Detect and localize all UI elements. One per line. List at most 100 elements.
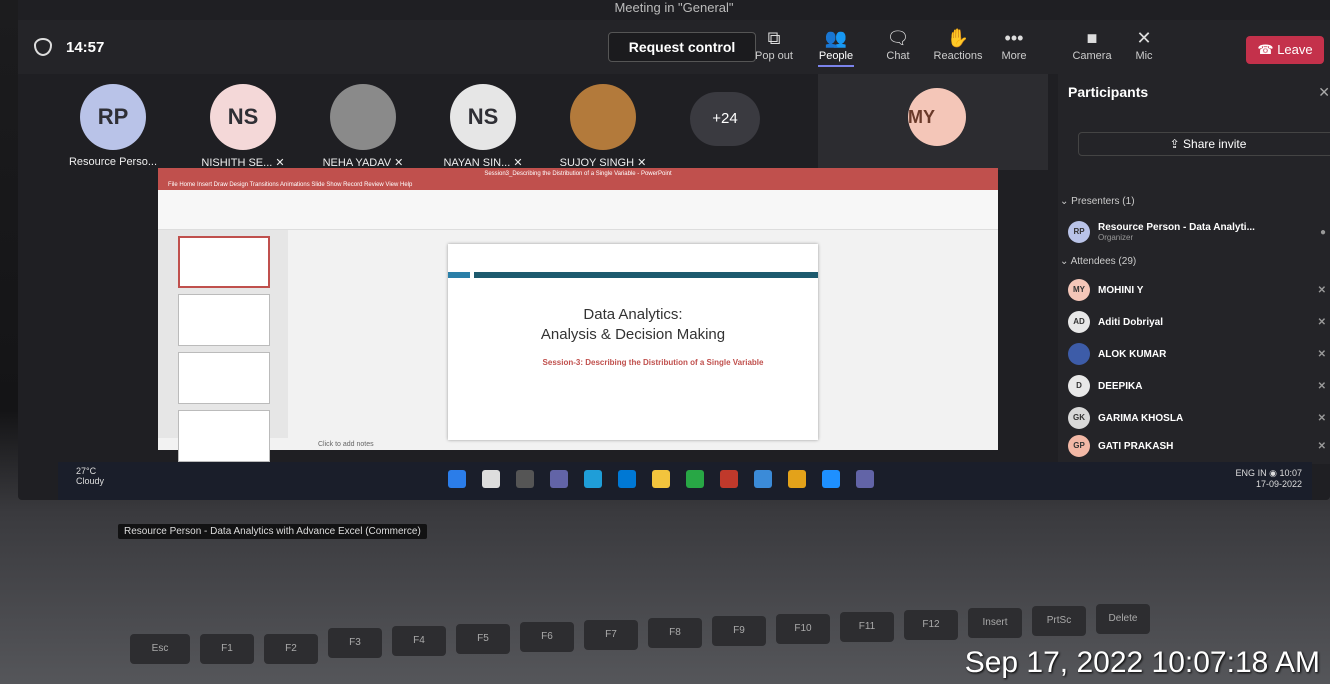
mic-off-icon: ✕ bbox=[1317, 284, 1326, 296]
edge-icon[interactable] bbox=[584, 470, 602, 488]
shield-icon bbox=[34, 38, 52, 56]
reactions-button[interactable]: ✋ Reactions bbox=[930, 28, 986, 62]
attendee-row[interactable]: D DEEPIKA ✕ bbox=[1068, 372, 1326, 400]
mic-icon: ● bbox=[1319, 226, 1326, 238]
ppt-menu: File Home Insert Draw Design Transitions… bbox=[158, 180, 998, 190]
slide-subtitle: Session-3: Describing the Distribution o… bbox=[542, 358, 764, 367]
avatar-photo bbox=[1068, 343, 1090, 365]
weather-widget[interactable]: 27°C Cloudy bbox=[76, 466, 104, 486]
app-icon[interactable] bbox=[686, 470, 704, 488]
windows-taskbar: 27°C Cloudy ENG IN ◉ 10:07 17-09-2022 bbox=[58, 462, 1312, 500]
chat-icon[interactable] bbox=[550, 470, 568, 488]
laptop-screen: Meeting in "General" 14:57 Request contr… bbox=[18, 0, 1330, 539]
attendees-header[interactable]: ⌄ Attendees (29) bbox=[1060, 256, 1136, 267]
key-esc: Esc bbox=[130, 634, 190, 664]
mic-off-icon: ✕ bbox=[1317, 316, 1326, 328]
slide-title-line2: Analysis & Decision Making bbox=[540, 326, 726, 343]
phone-icon: ☎ bbox=[1257, 42, 1274, 57]
attendee-row[interactable]: GK GARIMA KHOSLA ✕ bbox=[1068, 404, 1326, 432]
current-slide: Data Analytics: Analysis & Decision Maki… bbox=[448, 244, 818, 440]
avatar-photo bbox=[570, 84, 636, 150]
key-insert: Insert bbox=[968, 608, 1022, 638]
camera-button[interactable]: ■ Camera bbox=[1064, 28, 1120, 62]
presenter-row[interactable]: RP Resource Person - Data Analyti... Orga… bbox=[1068, 218, 1326, 246]
task-view-icon[interactable] bbox=[516, 470, 534, 488]
participant-tile[interactable]: SUJOY SINGH ✕ bbox=[548, 84, 658, 169]
folder-icon[interactable] bbox=[652, 470, 670, 488]
photo-timestamp: Sep 17, 2022 10:07:18 AM bbox=[964, 646, 1320, 679]
start-icon[interactable] bbox=[448, 470, 466, 488]
panel-title: Participants bbox=[1068, 84, 1149, 100]
mic-off-icon: ✕ bbox=[1317, 380, 1326, 392]
store-icon[interactable] bbox=[618, 470, 636, 488]
key-f5: F5 bbox=[456, 624, 510, 654]
key-f11: F11 bbox=[840, 612, 894, 642]
avatar: GP bbox=[1068, 435, 1090, 457]
mic-off-icon: ✕ bbox=[1317, 348, 1326, 360]
popout-button[interactable]: ⧉ Pop out bbox=[746, 28, 802, 62]
slide-thumbnail bbox=[178, 294, 270, 346]
share-invite-button[interactable]: ⇪ Share invite bbox=[1078, 132, 1330, 156]
avatar: AD bbox=[1068, 311, 1090, 333]
key-f6: F6 bbox=[520, 622, 574, 652]
system-tray[interactable]: ENG IN ◉ 10:07 17-09-2022 bbox=[1236, 468, 1302, 489]
app-icon[interactable] bbox=[822, 470, 840, 488]
chat-icon: 🗨 bbox=[886, 28, 910, 48]
key-f12: F12 bbox=[904, 610, 958, 640]
app-icon[interactable] bbox=[754, 470, 772, 488]
ppt-title: Session3_Describing the Distribution of … bbox=[158, 168, 998, 180]
more-participants-button[interactable]: +24 bbox=[690, 92, 760, 146]
attendee-row[interactable]: MY MOHINI Y ✕ bbox=[1068, 276, 1326, 304]
participant-tile[interactable]: RP Resource Perso... bbox=[58, 84, 168, 168]
window-title: Meeting in "General" bbox=[614, 0, 734, 15]
participant-tile[interactable]: NEHA YADAV ✕ bbox=[308, 84, 418, 169]
avatar: NS bbox=[210, 84, 276, 150]
meeting-timer: 14:57 bbox=[66, 38, 105, 56]
presenters-header[interactable]: ⌄ Presenters (1) bbox=[1060, 196, 1135, 207]
leave-button[interactable]: ☎ Leave bbox=[1246, 36, 1324, 64]
request-control-button[interactable]: Request control bbox=[608, 32, 756, 62]
mcafee-icon[interactable] bbox=[720, 470, 738, 488]
app-icon[interactable] bbox=[788, 470, 806, 488]
teams-icon[interactable] bbox=[856, 470, 874, 488]
attendee-row[interactable]: AD Aditi Dobriyal ✕ bbox=[1068, 308, 1326, 336]
slide-thumbnails bbox=[158, 230, 288, 462]
participant-tile[interactable]: NS NISHITH SE... ✕ bbox=[188, 84, 298, 169]
key-prtsc: PrtSc bbox=[1032, 606, 1086, 636]
ppt-ribbon bbox=[158, 190, 998, 230]
key-f2: F2 bbox=[264, 634, 318, 664]
participants-panel: Participants ✕ ⇪ Share invite ⌄ Presente… bbox=[1058, 74, 1330, 464]
avatar: RP bbox=[1068, 221, 1090, 243]
search-icon[interactable] bbox=[482, 470, 500, 488]
slide-thumbnail bbox=[178, 410, 270, 462]
avatar: MY bbox=[1068, 279, 1090, 301]
popout-icon: ⧉ bbox=[767, 28, 781, 48]
slide-thumbnail bbox=[178, 352, 270, 404]
mic-off-icon: ✕ bbox=[1317, 412, 1326, 424]
mic-off-icon: ✕ bbox=[1317, 440, 1326, 452]
key-f8: F8 bbox=[648, 618, 702, 648]
notes-placeholder: Click to add notes bbox=[318, 441, 374, 448]
avatar: RP bbox=[80, 84, 146, 150]
key-f3: F3 bbox=[328, 628, 382, 658]
reactions-icon: ✋ bbox=[946, 28, 970, 48]
key-delete: Delete bbox=[1096, 604, 1150, 634]
meeting-toolbar: 14:57 Request control ⧉ Pop out 👥 People 🗨… bbox=[18, 20, 1330, 74]
share-icon: ⇪ bbox=[1169, 137, 1180, 151]
key-f4: F4 bbox=[392, 626, 446, 656]
slide-title: Data Analytics: bbox=[583, 306, 683, 323]
mic-button[interactable]: ✕ Mic bbox=[1116, 28, 1172, 62]
chat-button[interactable]: 🗨 Chat bbox=[870, 28, 926, 62]
key-f9: F9 bbox=[712, 616, 766, 646]
lang-indicator: ENG IN bbox=[1235, 468, 1267, 478]
taskbar-apps bbox=[448, 470, 874, 488]
people-button[interactable]: 👥 People bbox=[808, 28, 864, 67]
avatar-photo bbox=[330, 84, 396, 150]
attendee-row[interactable]: GP GATI PRAKASH ✕ bbox=[1068, 432, 1326, 460]
slide-thumbnail bbox=[178, 236, 270, 288]
attendee-row[interactable]: ALOK KUMAR ✕ bbox=[1068, 340, 1326, 368]
close-icon[interactable]: ✕ bbox=[1318, 84, 1330, 101]
participant-tile[interactable]: NS NAYAN SIN... ✕ bbox=[428, 84, 538, 169]
avatar: GK bbox=[1068, 407, 1090, 429]
more-button[interactable]: ••• More bbox=[986, 28, 1042, 62]
